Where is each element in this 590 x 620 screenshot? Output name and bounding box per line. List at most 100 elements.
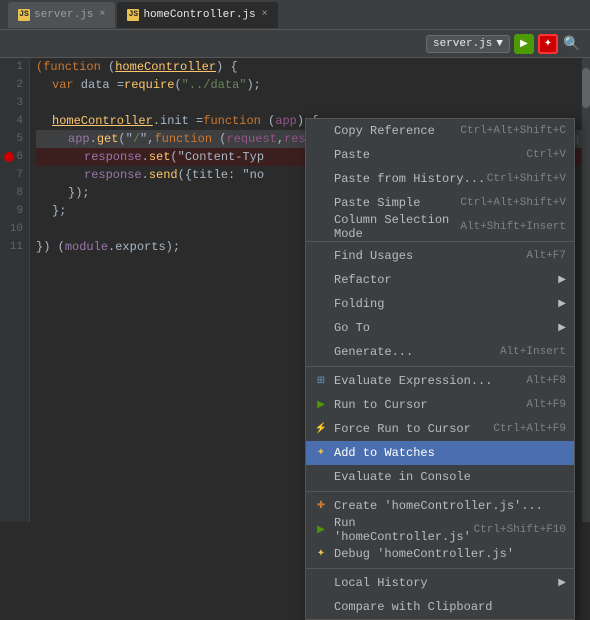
- add-watches-icon: ✦: [314, 446, 328, 460]
- token: );: [166, 238, 180, 256]
- gutter-line-5: 5: [0, 130, 29, 148]
- token: function: [154, 130, 212, 148]
- gutter-line-2: 2: [0, 76, 29, 94]
- column-selection-icon: [314, 220, 328, 234]
- scrollbar-thumb[interactable]: [582, 68, 590, 108]
- local-history-icon: [314, 576, 328, 590]
- menu-item-paste-simple[interactable]: Paste Simple Ctrl+Alt+Shift+V: [306, 191, 574, 215]
- menu-item-paste[interactable]: Paste Ctrl+V: [306, 143, 574, 167]
- run-config-selector[interactable]: server.js ▼: [426, 35, 510, 53]
- menu-label: Run to Cursor: [334, 398, 428, 412]
- menu-separator-4: [306, 568, 574, 569]
- token: /: [133, 130, 140, 148]
- force-run-icon: ⚡: [314, 422, 328, 436]
- token: require: [124, 76, 174, 94]
- token: set: [149, 148, 171, 166]
- menu-label: Go To: [334, 321, 370, 335]
- token: "../data": [182, 76, 247, 94]
- menu-label: Run 'homeController.js': [334, 516, 474, 544]
- token: ",: [140, 130, 154, 148]
- menu-label: Paste Simple: [334, 196, 420, 210]
- menu-label: Folding: [334, 297, 384, 311]
- menu-item-column-selection[interactable]: Column Selection Mode Alt+Shift+Insert: [306, 215, 574, 239]
- gutter-line-7: 7: [0, 166, 29, 184]
- menu-item-run-to-cursor[interactable]: ▶ Run to Cursor Alt+F9: [306, 393, 574, 417]
- menu-item-force-run-cursor[interactable]: ⚡ Force Run to Cursor Ctrl+Alt+F9: [306, 417, 574, 441]
- menu-shortcut: Alt+F7: [526, 250, 566, 262]
- folding-icon: [314, 297, 328, 311]
- menu-label: Compare with Clipboard: [334, 600, 492, 614]
- menu-item-compare-clipboard[interactable]: Compare with Clipboard: [306, 595, 574, 619]
- token: .: [90, 130, 97, 148]
- menu-label: Force Run to Cursor: [334, 422, 471, 436]
- close-tab-server[interactable]: ×: [99, 9, 105, 20]
- menu-item-paste-history[interactable]: Paste from History... Ctrl+Shift+V: [306, 167, 574, 191]
- gutter-line-1: 1: [0, 58, 29, 76]
- menu-label: Local History: [334, 576, 428, 590]
- token: data =: [74, 76, 124, 94]
- run-button[interactable]: ▶: [514, 34, 534, 54]
- gutter-line-11: 11: [0, 238, 29, 256]
- token: (function: [36, 58, 101, 76]
- debug-button[interactable]: ✦: [538, 34, 558, 54]
- menu-label: Evaluate in Console: [334, 470, 471, 484]
- menu-item-copy-reference[interactable]: Copy Reference Ctrl+Alt+Shift+C: [306, 119, 574, 143]
- submenu-arrow: ▶: [558, 274, 566, 286]
- refactor-icon: [314, 273, 328, 287]
- menu-shortcut: Ctrl+Shift+F10: [474, 524, 566, 536]
- menu-label: Column Selection Mode: [334, 213, 460, 241]
- menu-shortcut: Ctrl+Shift+V: [487, 173, 566, 185]
- tab-server-js[interactable]: JS server.js ×: [8, 2, 115, 28]
- menu-label: Generate...: [334, 345, 413, 359]
- token: .: [142, 148, 149, 166]
- run-config-label: server.js: [433, 38, 492, 50]
- menu-item-find-usages[interactable]: Find Usages Alt+F7: [306, 244, 574, 268]
- menu-item-refactor[interactable]: Refactor ▶: [306, 268, 574, 292]
- menu-label: Debug 'homeController.js': [334, 547, 514, 561]
- submenu-arrow: ▶: [558, 577, 566, 589]
- menu-item-debug-file[interactable]: ✦ Debug 'homeController.js': [306, 542, 574, 566]
- menu-item-generate[interactable]: Generate... Alt+Insert: [306, 340, 574, 364]
- close-tab-home[interactable]: ×: [262, 9, 268, 20]
- paste-history-icon: [314, 172, 328, 186]
- run-cursor-icon: ▶: [314, 398, 328, 412]
- token: request: [226, 130, 276, 148]
- token: response: [84, 148, 142, 166]
- menu-separator-1: [306, 241, 574, 242]
- token: .init =: [153, 112, 203, 130]
- tab-label-home: homeController.js: [143, 9, 255, 21]
- token: (: [174, 76, 181, 94]
- vertical-scrollbar[interactable]: [582, 58, 590, 522]
- gutter-line-8: 8: [0, 184, 29, 202]
- token: (: [261, 112, 275, 130]
- token: exports: [115, 238, 165, 256]
- menu-item-add-to-watches[interactable]: ✦ Add to Watches: [306, 441, 574, 465]
- token: function: [203, 112, 261, 130]
- menu-item-folding[interactable]: Folding ▶: [306, 292, 574, 316]
- menu-item-goto[interactable]: Go To ▶: [306, 316, 574, 340]
- menu-shortcut: Alt+F9: [526, 399, 566, 411]
- run-icon: ▶: [520, 38, 528, 49]
- line-gutter: 1 2 3 4 5 6 7 8 9 10 11: [0, 58, 30, 522]
- token: ({title: "no: [178, 166, 264, 184]
- menu-item-evaluate-expression[interactable]: ⊞ Evaluate Expression... Alt+F8: [306, 369, 574, 393]
- menu-label: Refactor: [334, 273, 392, 287]
- menu-shortcut: Ctrl+Alt+F9: [493, 423, 566, 435]
- goto-icon: [314, 321, 328, 335]
- token: });: [68, 184, 90, 202]
- debug-icon: ✦: [544, 38, 552, 49]
- code-line-3: [36, 94, 590, 112]
- search-button[interactable]: 🔍: [562, 34, 582, 54]
- menu-label: Add to Watches: [334, 446, 435, 460]
- token: (: [212, 130, 226, 148]
- menu-separator-2: [306, 366, 574, 367]
- token: send: [149, 166, 178, 184]
- run-file-icon: ▶: [314, 523, 328, 537]
- menu-item-evaluate-console[interactable]: Evaluate in Console: [306, 465, 574, 489]
- token: (: [101, 58, 115, 76]
- tab-homecontroller-js[interactable]: JS homeController.js ×: [117, 2, 277, 28]
- menu-item-local-history[interactable]: Local History ▶: [306, 571, 574, 595]
- menu-item-create-file[interactable]: ✚ Create 'homeController.js'...: [306, 494, 574, 518]
- title-bar: JS server.js × JS homeController.js ×: [0, 0, 590, 30]
- token: .: [142, 166, 149, 184]
